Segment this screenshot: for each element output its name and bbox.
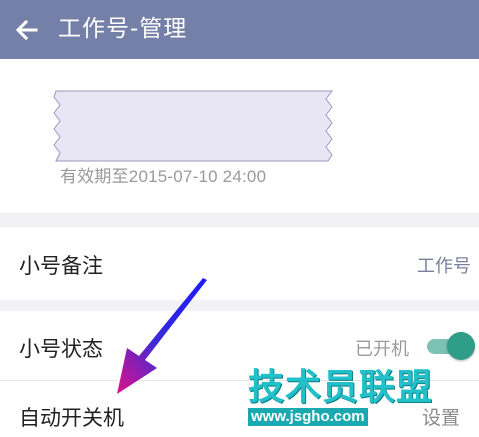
alias-value: 工作号 bbox=[417, 256, 471, 277]
watermark-logo: 技术员联盟 www.jsgho.com bbox=[248, 367, 434, 426]
expiry-date-text: 有效期至2015-07-10 24:00 bbox=[60, 167, 267, 186]
toggle-thumb bbox=[447, 332, 475, 360]
watermark-title: 技术员联盟 bbox=[248, 367, 434, 408]
alias-row[interactable]: 小号备注 工作号 bbox=[0, 227, 479, 300]
status-value: 已开机 bbox=[355, 339, 409, 360]
alias-label: 小号备注 bbox=[19, 254, 103, 278]
app-bar: 工作号-管理 bbox=[0, 0, 479, 59]
watermark-url: www.jsgho.com bbox=[248, 408, 368, 426]
auto-power-label: 自动开关机 bbox=[19, 406, 124, 430]
power-toggle[interactable] bbox=[427, 332, 475, 360]
status-label: 小号状态 bbox=[19, 337, 103, 361]
page-title: 工作号-管理 bbox=[58, 16, 188, 42]
back-button[interactable] bbox=[12, 15, 42, 45]
account-card: 有效期至2015-07-10 24:00 bbox=[0, 59, 479, 213]
annotation-arrow bbox=[117, 278, 207, 394]
masked-number-box bbox=[53, 90, 333, 162]
arrow-left-icon bbox=[15, 19, 38, 41]
